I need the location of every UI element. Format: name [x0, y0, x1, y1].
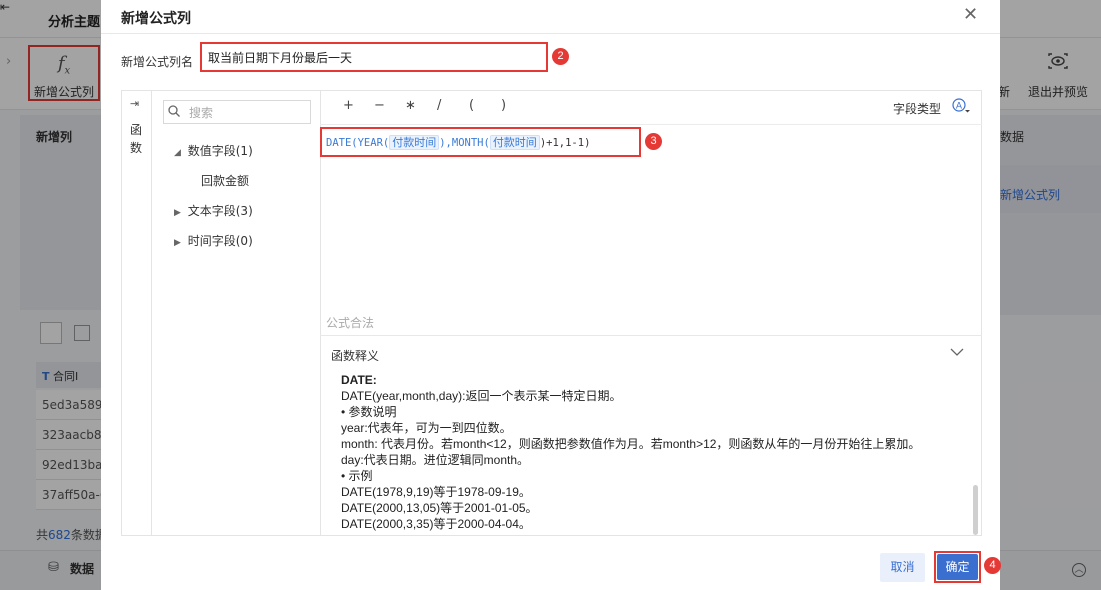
- caret-down-icon: ◢: [174, 148, 181, 158]
- explain-line: DATE:: [341, 373, 377, 387]
- formula-fn-year: YEAR(: [357, 137, 390, 149]
- search-icon: [168, 105, 180, 117]
- column-name-input[interactable]: [200, 42, 548, 72]
- explain-line: day:代表日期。进位逻辑同month。: [341, 453, 530, 467]
- explain-line: year:代表年，可为一到四位数。: [341, 421, 512, 435]
- tree-node-label: 数值字段(1): [187, 144, 253, 158]
- operator-divide-button[interactable]: /: [437, 98, 441, 113]
- explain-line: DATE(1978,9,19)等于1978-09-19。: [341, 485, 531, 499]
- caret-right-icon: ▶: [174, 208, 181, 218]
- step-badge-4: 4: [984, 557, 1001, 574]
- tree-node-numeric[interactable]: ◢ 数值字段(1): [174, 142, 253, 159]
- function-explain-title: 函数释义: [331, 349, 380, 363]
- function-explain-body: DATE: DATE(year,month,day):返回一个表示某一特定日期。…: [341, 372, 971, 532]
- formula-status-text: 公式合法: [326, 316, 375, 330]
- field-search-input[interactable]: [163, 100, 311, 124]
- formula-separator: ),: [439, 137, 452, 149]
- column-name-label: 新增公式列名: [121, 55, 194, 69]
- cancel-button[interactable]: 取消: [880, 553, 925, 582]
- operator-minus-button[interactable]: −: [374, 98, 385, 113]
- explain-scrollbar[interactable]: [973, 485, 978, 535]
- formula-field-token[interactable]: 付款时间: [389, 135, 440, 150]
- operator-plus-button[interactable]: +: [343, 98, 354, 113]
- step-badge-3: 3: [645, 133, 662, 150]
- field-type-label: 字段类型: [893, 102, 942, 116]
- explain-line: DATE(2000,13,05)等于2001-01-05。: [341, 501, 538, 515]
- explain-line: DATE(2000,3,35)等于2000-04-04。: [341, 517, 531, 531]
- confirm-button-highlight[interactable]: 确定: [934, 551, 981, 583]
- formula-fn-month: MONTH(: [451, 137, 490, 149]
- dialog-divider: [101, 33, 1000, 34]
- tree-node-text[interactable]: ▶ 文本字段(3): [174, 202, 253, 219]
- svg-text:A: A: [956, 102, 963, 112]
- editor-divider: [320, 124, 982, 125]
- function-tab[interactable]: 函数: [128, 121, 144, 157]
- tree-node-label: 时间字段(0): [187, 234, 253, 248]
- formula-fn-date: DATE(: [326, 137, 358, 149]
- step-badge-2: 2: [552, 48, 569, 65]
- field-type-dropdown-icon[interactable]: A: [952, 98, 970, 114]
- explain-line: month: 代表月份。若month<12，则函数把参数值作为月。若month>…: [341, 437, 921, 451]
- operator-multiply-button[interactable]: ∗: [405, 98, 416, 113]
- dialog-title: 新增公式列: [121, 11, 191, 27]
- operator-close-paren-button[interactable]: ): [501, 98, 506, 113]
- operator-open-paren-button[interactable]: (: [469, 98, 474, 113]
- explain-line: • 参数说明: [341, 405, 397, 419]
- formula-field-token[interactable]: 付款时间: [489, 135, 540, 150]
- confirm-button[interactable]: 确定: [937, 554, 978, 580]
- tree-node-time[interactable]: ▶ 时间字段(0): [174, 232, 253, 249]
- formula-input[interactable]: DATE(YEAR(付款时间),MONTH(付款时间)+1,1-1): [320, 127, 641, 157]
- caret-right-icon: ▶: [174, 238, 181, 248]
- expand-arrow-icon[interactable]: ⇥: [130, 97, 139, 110]
- tree-leaf-field[interactable]: 回款金额: [201, 172, 249, 189]
- close-icon[interactable]: ✕: [963, 4, 978, 25]
- search-placeholder: 搜索: [189, 106, 214, 120]
- tree-node-label: 文本字段(3): [187, 204, 253, 218]
- status-divider: [320, 335, 982, 336]
- formula-tail: )+1,1-1): [539, 137, 591, 149]
- explain-line: DATE(year,month,day):返回一个表示某一特定日期。: [341, 389, 622, 403]
- chevron-down-icon[interactable]: [948, 345, 966, 359]
- explain-line: • 示例: [341, 469, 373, 483]
